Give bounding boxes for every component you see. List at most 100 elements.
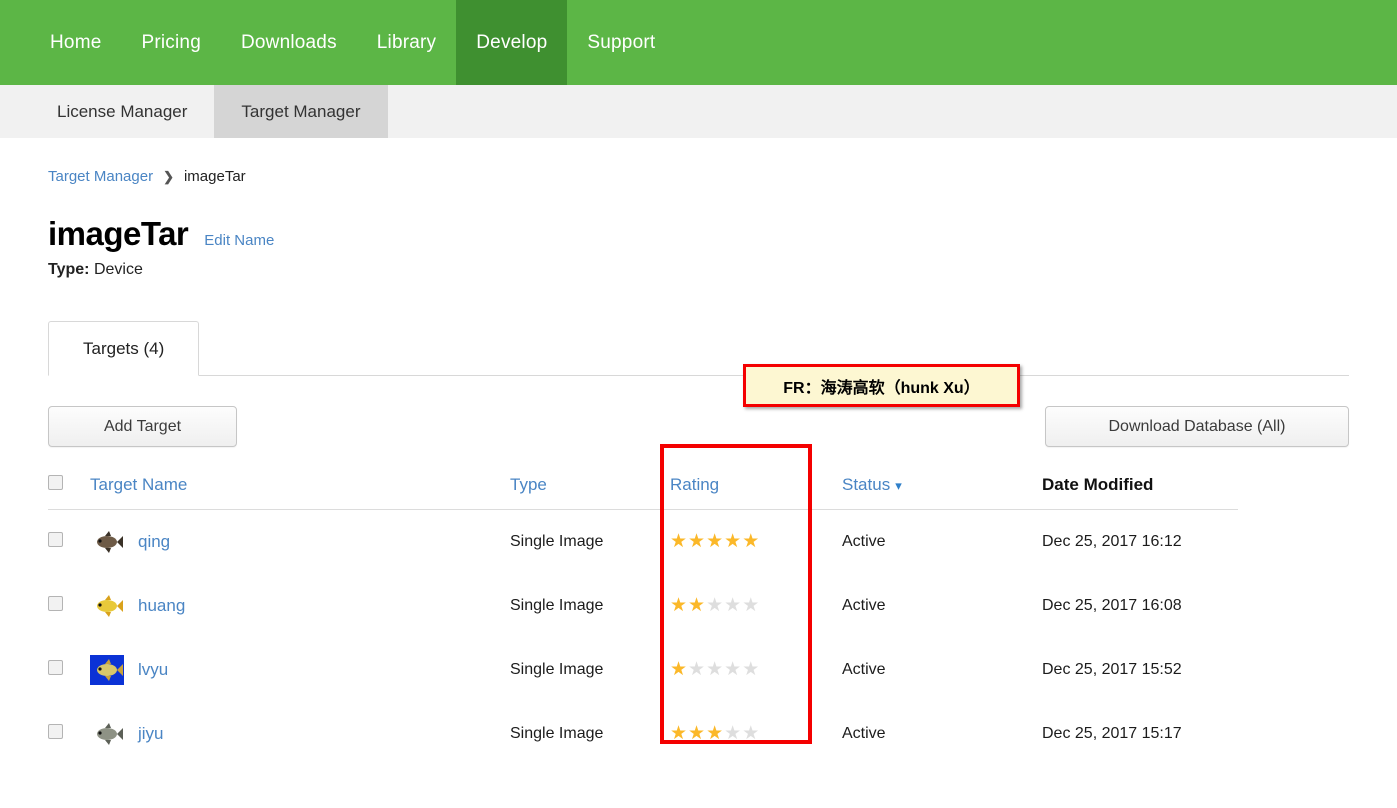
star-icon[interactable]: ★ — [688, 723, 706, 744]
header-rating[interactable]: Rating — [670, 475, 842, 510]
nav-item-pricing[interactable]: Pricing — [121, 0, 220, 85]
table-row: jiyu Single Image ★★★★★ Active Dec 25, 2017 … — [48, 702, 1238, 766]
target-status-cell: Active — [842, 597, 886, 614]
fish-gray-thumbnail — [90, 719, 124, 749]
star-icon[interactable]: ★ — [706, 531, 724, 552]
target-type-cell: Single Image — [510, 597, 604, 614]
target-name-cell: jiyu — [90, 702, 510, 766]
edit-name-link[interactable]: Edit Name — [204, 232, 274, 249]
nav-item-develop[interactable]: Develop — [456, 0, 568, 85]
star-icon[interactable]: ★ — [742, 723, 760, 744]
header-status[interactable]: Status ▾ — [842, 475, 1042, 510]
select-all-checkbox[interactable] — [48, 475, 63, 490]
target-status-cell: Active — [842, 661, 886, 678]
rating-stars[interactable]: ★★★★★ — [670, 531, 760, 552]
header-target-name[interactable]: Target Name — [90, 475, 510, 510]
table-row: lvyu Single Image ★★★★★ Active Dec 25, 2017 … — [48, 638, 1238, 702]
row-select-cell — [48, 702, 90, 766]
target-name-cell: qing — [90, 510, 510, 575]
row-select-checkbox[interactable] — [48, 596, 63, 611]
targets-table-wrapper: Target Name Type Rating Status ▾ Date Mod… — [48, 444, 1238, 766]
nav-item-home[interactable]: Home — [30, 0, 121, 85]
star-icon[interactable]: ★ — [742, 659, 760, 680]
rating-stars[interactable]: ★★★★★ — [670, 595, 760, 616]
star-icon[interactable]: ★ — [706, 723, 724, 744]
target-type-cell: Single Image — [510, 533, 604, 550]
target-type-cell: Single Image — [510, 725, 604, 742]
target-name-cell: huang — [90, 574, 510, 638]
rating-stars[interactable]: ★★★★★ — [670, 659, 760, 680]
star-icon[interactable]: ★ — [688, 659, 706, 680]
star-icon[interactable]: ★ — [742, 595, 760, 616]
target-type-cell: Single Image — [510, 661, 604, 678]
table-row: qing Single Image ★★★★★ Active Dec 25, 2017 … — [48, 510, 1238, 575]
row-select-cell — [48, 638, 90, 702]
row-select-cell — [48, 574, 90, 638]
nav-item-library[interactable]: Library — [357, 0, 456, 85]
target-name-link[interactable]: huang — [138, 596, 185, 616]
star-icon[interactable]: ★ — [724, 723, 742, 744]
row-select-checkbox[interactable] — [48, 660, 63, 675]
breadcrumb-current: imageTar — [183, 168, 246, 185]
star-icon[interactable]: ★ — [724, 595, 742, 616]
target-type-label: Type: — [48, 261, 90, 278]
star-icon[interactable]: ★ — [670, 595, 688, 616]
subnav-item-target-manager[interactable]: Target Manager — [214, 85, 388, 138]
target-rating-cell[interactable]: ★★★★★ — [670, 702, 842, 766]
fish-blue-bg-thumbnail — [90, 655, 124, 685]
target-date-modified-cell: Dec 25, 2017 16:12 — [1042, 533, 1182, 550]
star-icon[interactable]: ★ — [688, 595, 706, 616]
rating-stars[interactable]: ★★★★★ — [670, 723, 760, 744]
target-name-link[interactable]: qing — [138, 532, 170, 552]
annotation-text: FR：海涛高软（hunk Xu） — [783, 379, 980, 397]
target-status-cell: Active — [842, 725, 886, 742]
star-icon[interactable]: ★ — [688, 531, 706, 552]
nav-item-support[interactable]: Support — [567, 0, 675, 85]
add-target-button[interactable]: Add Target — [48, 406, 237, 447]
target-type-row: Type: Device — [48, 261, 1349, 279]
target-date-modified-cell: Dec 25, 2017 15:52 — [1042, 661, 1182, 678]
star-icon[interactable]: ★ — [724, 531, 742, 552]
breadcrumb-separator-icon: ❯ — [163, 168, 174, 184]
target-date-modified-cell: Dec 25, 2017 15:17 — [1042, 725, 1182, 742]
target-status-cell: Active — [842, 533, 886, 550]
breadcrumb-link-target-manager[interactable]: Target Manager — [48, 168, 153, 185]
header-type[interactable]: Type — [510, 475, 670, 510]
target-rating-cell[interactable]: ★★★★★ — [670, 510, 842, 575]
target-date-modified-cell: Dec 25, 2017 16:08 — [1042, 597, 1182, 614]
secondary-navigation: License Manager Target Manager — [0, 85, 1397, 138]
page-title: imageTar — [48, 215, 189, 252]
table-header-row: Target Name Type Rating Status ▾ Date Mod… — [48, 475, 1238, 510]
star-icon[interactable]: ★ — [670, 723, 688, 744]
target-rating-cell[interactable]: ★★★★★ — [670, 638, 842, 702]
fish-yellow-thumbnail — [90, 591, 124, 621]
header-date-modified[interactable]: Date Modified — [1042, 475, 1238, 510]
row-select-checkbox[interactable] — [48, 532, 63, 547]
row-select-checkbox[interactable] — [48, 724, 63, 739]
tab-targets[interactable]: Targets (4) — [48, 321, 200, 376]
star-icon[interactable]: ★ — [742, 531, 760, 552]
tab-bar: Targets (4) — [48, 321, 1349, 376]
chevron-down-icon[interactable]: ▾ — [895, 478, 902, 493]
star-icon[interactable]: ★ — [670, 531, 688, 552]
nav-item-downloads[interactable]: Downloads — [221, 0, 357, 85]
table-row: huang Single Image ★★★★★ Active Dec 25, 2017… — [48, 574, 1238, 638]
targets-table-body: qing Single Image ★★★★★ Active Dec 25, 2017 … — [48, 510, 1238, 767]
fish-dark-thumbnail — [90, 527, 124, 557]
target-name-link[interactable]: lvyu — [138, 660, 168, 680]
download-database-button[interactable]: Download Database (All) — [1045, 406, 1349, 447]
header-status-label: Status — [842, 475, 891, 494]
annotation-callout: FR：海涛高软（hunk Xu） — [743, 364, 1020, 407]
page-header: imageTar Edit Name — [48, 215, 1349, 253]
star-icon[interactable]: ★ — [670, 659, 688, 680]
target-rating-cell[interactable]: ★★★★★ — [670, 574, 842, 638]
breadcrumb: Target Manager ❯ imageTar — [48, 168, 1349, 185]
star-icon[interactable]: ★ — [706, 595, 724, 616]
targets-table: Target Name Type Rating Status ▾ Date Mod… — [48, 475, 1238, 766]
star-icon[interactable]: ★ — [706, 659, 724, 680]
page-content: Target Manager ❯ imageTar FR：海涛高软（hunk X… — [0, 168, 1397, 766]
target-name-link[interactable]: jiyu — [138, 724, 164, 744]
subnav-item-license-manager[interactable]: License Manager — [30, 85, 214, 138]
star-icon[interactable]: ★ — [724, 659, 742, 680]
select-all-header — [48, 475, 90, 510]
